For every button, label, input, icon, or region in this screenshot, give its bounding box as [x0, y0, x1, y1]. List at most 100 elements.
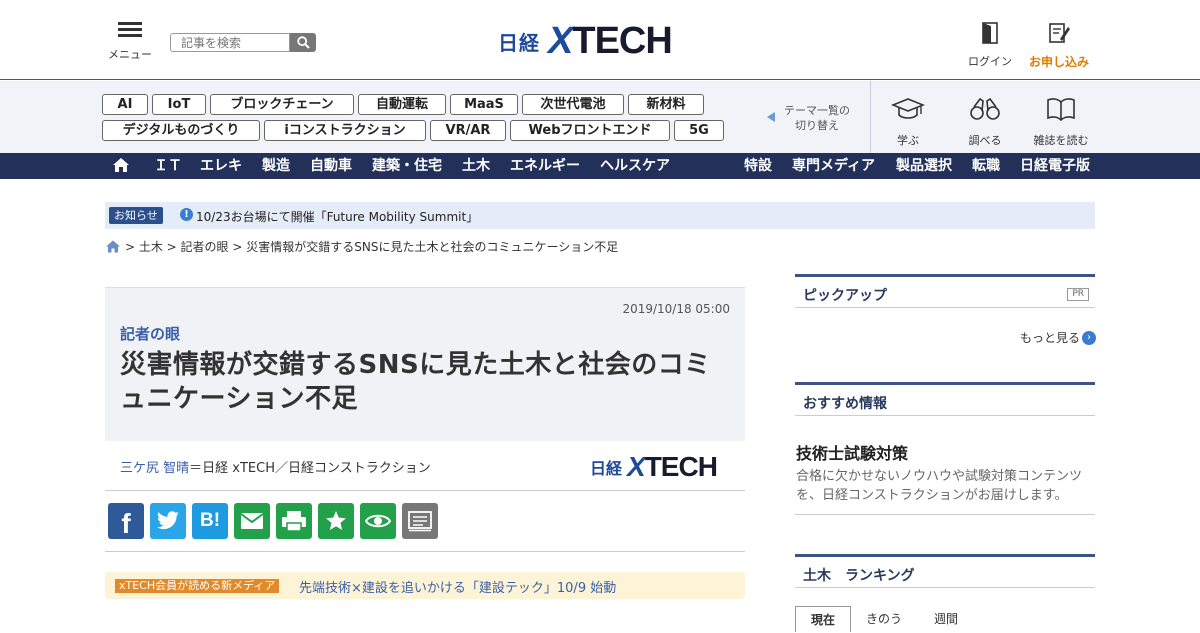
ranking-tab-weekly[interactable]: 週間 [918, 606, 974, 632]
memo-icon [408, 511, 432, 532]
article-category[interactable]: 記者の眼 [120, 323, 180, 344]
article-logo-nikkei: 日経 [590, 459, 623, 478]
search-input[interactable] [170, 33, 290, 52]
nav-healthcare[interactable]: ヘルスケア [600, 153, 670, 179]
home-icon [113, 158, 129, 172]
nav-specialized-media[interactable]: 専門メディア [792, 153, 875, 179]
more-link[interactable]: もっと見る › [1020, 329, 1097, 346]
nav-it[interactable]: ＩＴ [154, 153, 182, 179]
hatena-icon: B! [199, 510, 221, 531]
nav-architecture[interactable]: 建築・住宅 [372, 153, 442, 179]
login-button[interactable]: ログイン [968, 22, 1012, 69]
theme-tag-next-gen-battery[interactable]: 次世代電池 [522, 94, 624, 115]
theme-switch-line2: 切り替え [795, 119, 839, 132]
read-magazine-label: 雑誌を読む [1033, 134, 1089, 147]
twitter-bird-icon [156, 511, 179, 530]
home-icon[interactable] [106, 240, 120, 253]
article-author: 三ケ尻 智晴＝日経 xTECH／日経コンストラクション [120, 457, 431, 476]
divider [105, 551, 745, 552]
theme-tag-web-frontend[interactable]: Webフロントエンド [510, 120, 670, 141]
caret-left-icon [767, 112, 775, 122]
theme-tag-iot[interactable]: IoT [152, 94, 206, 115]
home-nav-link[interactable] [112, 153, 130, 179]
watch-button[interactable] [360, 503, 396, 539]
theme-tag-5g[interactable]: 5G [674, 120, 724, 141]
notice-badge: お知らせ [109, 207, 163, 224]
learn-label: 学ぶ [897, 134, 919, 147]
graduation-cap-icon [890, 98, 926, 119]
subscribe-label: お申し込み [1028, 55, 1089, 69]
divider [795, 514, 1095, 515]
nav-electronics[interactable]: エレキ [200, 153, 242, 179]
hatena-bookmark-button[interactable]: B! [192, 503, 228, 539]
recommend-title: おすすめ情報 [803, 396, 887, 412]
theme-bar: AI IoT ブロックチェーン 自動運転 MaaS 次世代電池 新材料 デジタル… [0, 81, 1200, 153]
nav-special[interactable]: 特設 [744, 153, 772, 179]
category-nav: ＩＴ エレキ 製造 自動車 建築・住宅 土木 エネルギー ヘルスケア 特設 専門… [0, 153, 1200, 179]
recommend-header: おすすめ情報 [795, 382, 1095, 416]
promo-text[interactable]: 先端技術×建設を追いかける「建設テック」10/9 始動 [299, 577, 616, 596]
theme-switch-line1: テーマ一覧の [784, 104, 850, 117]
chevron-right-icon: › [1082, 330, 1097, 345]
mail-share-button[interactable] [234, 503, 270, 539]
theme-tag-ai[interactable]: AI [102, 94, 148, 115]
nav-jobs[interactable]: 転職 [972, 153, 1000, 179]
ranking-tab-yesterday[interactable]: きのう [856, 606, 912, 632]
research-button[interactable]: 調べる [955, 95, 1015, 148]
site-header: メニュー 日経 XTECH ログイン お申し込み [0, 0, 1200, 80]
author-name[interactable]: 三ケ尻 智晴 [120, 461, 189, 476]
more-label: もっと見る [1020, 331, 1081, 345]
theme-tag-i-construction[interactable]: iコンストラクション [264, 120, 426, 141]
ranking-section: 土木 ランキング [795, 554, 1095, 588]
nav-product-selection[interactable]: 製品選択 [896, 153, 952, 179]
research-label: 調べる [968, 134, 1002, 147]
logo-nikkei-text: 日経 [498, 31, 540, 55]
theme-tag-vr-ar[interactable]: VR/AR [430, 120, 506, 141]
promo-banner[interactable]: xTECH会員が読める新メディア 先端技術×建設を追いかける「建設テック」10/… [105, 572, 745, 599]
theme-tag-blockchain[interactable]: ブロックチェーン [210, 94, 354, 115]
theme-switch-button[interactable]: テーマ一覧の 切り替え [767, 103, 850, 133]
recommend-item-title[interactable]: 技術士試験対策 [796, 440, 908, 464]
theme-tag-new-materials[interactable]: 新材料 [628, 94, 704, 115]
search-icon [296, 36, 310, 49]
site-logo[interactable]: 日経 XTECH [498, 20, 673, 63]
breadcrumb: > 土木 > 記者の眼 > 災害情報が交錯するSNSに見た土木と社会のコミュニケ… [106, 238, 618, 255]
binoculars-icon [970, 97, 1000, 120]
ranking-tab-now[interactable]: 現在 [795, 606, 851, 632]
eye-icon [365, 514, 391, 528]
twitter-share-button[interactable] [150, 503, 186, 539]
nav-civil-engineering[interactable]: 土木 [462, 153, 490, 179]
article-logo-xtech: XTECH [627, 451, 718, 482]
menu-button[interactable]: メニュー [108, 22, 152, 62]
login-door-icon [982, 22, 998, 44]
nav-energy[interactable]: エネルギー [510, 153, 580, 179]
article-title: 災害情報が交錯するSNSに見た土木と社会のコミュニケーション不足 [120, 350, 711, 414]
pickup-header: ピックアップ PR [795, 274, 1095, 308]
star-icon [326, 511, 346, 530]
promo-badge: xTECH会員が読める新メディア [115, 579, 280, 593]
subscribe-form-icon [1049, 23, 1070, 43]
subscribe-button[interactable]: お申し込み [1026, 22, 1092, 70]
theme-tag-autonomous-driving[interactable]: 自動運転 [358, 94, 446, 115]
pickup-section: ピックアップ PR [795, 274, 1095, 308]
article-logo: 日経 XTECH [590, 451, 718, 483]
divider [105, 490, 745, 491]
search-button[interactable] [290, 33, 316, 52]
notice-bar[interactable]: お知らせ ! 10/23お台場にて開催「Future Mobility Summ… [105, 202, 1095, 229]
notice-text[interactable]: 10/23お台場にて開催「Future Mobility Summit」 [196, 208, 478, 225]
nav-automotive[interactable]: 自動車 [310, 153, 352, 179]
learn-button[interactable]: 学ぶ [878, 95, 938, 148]
bookmark-button[interactable] [318, 503, 354, 539]
nav-manufacturing[interactable]: 製造 [262, 153, 290, 179]
facebook-share-button[interactable]: f [108, 503, 144, 539]
pickup-title: ピックアップ [803, 288, 887, 304]
read-magazine-button[interactable]: 雑誌を読む [1031, 95, 1091, 148]
nav-nikkei-digital[interactable]: 日経電子版 [1020, 153, 1090, 179]
author-dept: ＝日経 xTECH／日経コンストラクション [189, 461, 431, 476]
print-button[interactable] [276, 503, 312, 539]
memo-button[interactable] [402, 503, 438, 539]
theme-tag-digital-manufacturing[interactable]: デジタルものづくり [102, 120, 260, 141]
breadcrumb-text[interactable]: > 土木 > 記者の眼 > 災害情報が交錯するSNSに見た土木と社会のコミュニケ… [125, 238, 618, 255]
recommend-item-description: 合格に欠かせないノウハウや試験対策コンテンツを、日経コンストラクションがお届けし… [796, 469, 1083, 503]
theme-tag-maas[interactable]: MaaS [450, 94, 518, 115]
